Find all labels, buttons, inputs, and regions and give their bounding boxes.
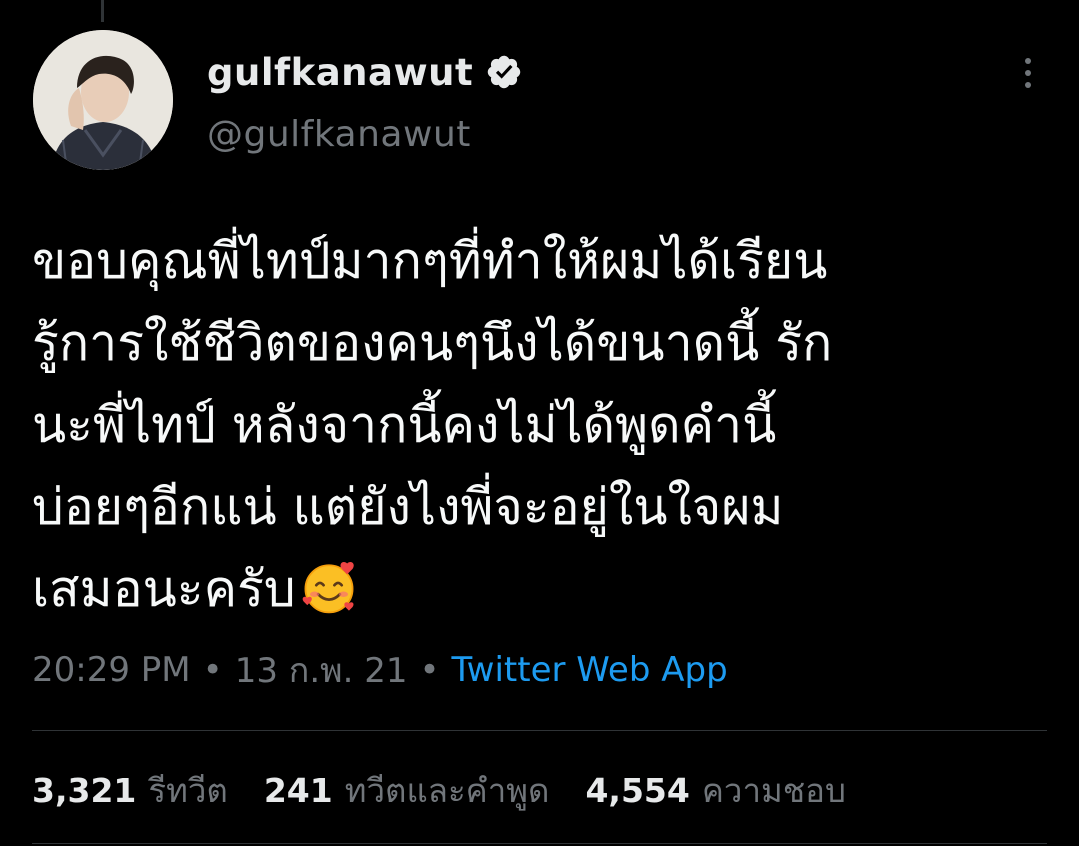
- avatar[interactable]: [33, 30, 173, 170]
- likes-stat[interactable]: 4,554 ความชอบ: [585, 764, 845, 817]
- user-handle[interactable]: @gulfkanawut: [207, 114, 471, 155]
- divider: [32, 843, 1047, 844]
- retweets-stat[interactable]: 3,321 รีทวีต: [32, 764, 228, 817]
- smiling-face-with-hearts-emoji: [302, 561, 354, 614]
- quotes-stat[interactable]: 241 ทวีตและคำพูด: [264, 764, 550, 817]
- quotes-label: ทวีตและคำพูด: [344, 770, 550, 810]
- more-dot: [1025, 58, 1031, 64]
- meta-separator: •: [419, 650, 440, 690]
- likes-count: 4,554: [585, 770, 690, 810]
- engagement-stats: 3,321 รีทวีต 241 ทวีตและคำพูด 4,554 ความ…: [32, 760, 882, 820]
- avatar-photo: [33, 30, 173, 170]
- tweet-line: บ่อยๆอีกแน่ แต่ยังไงพี่จะอยู่ในใจผม: [32, 478, 784, 536]
- tweet-time[interactable]: 20:29 PM: [32, 650, 191, 690]
- tweet-meta: 20:29 PM • 13 ก.พ. 21 • Twitter Web App: [32, 640, 728, 700]
- display-name[interactable]: gulfkanawut: [207, 51, 473, 94]
- more-dot: [1025, 82, 1031, 88]
- tweet-text: ขอบคุณพี่ไทป์มากๆที่ทำให้ผมได้เรียน รู้ก…: [32, 220, 1052, 630]
- tweet-date[interactable]: 13 ก.พ. 21: [235, 643, 408, 697]
- tweet-line: เสมอนะครับ: [32, 560, 296, 618]
- tweet-line: นะพี่ไทป์ หลังจากนี้คงไม่ได้พูดคำนี้: [32, 396, 777, 454]
- more-dot: [1025, 70, 1031, 76]
- tweet-source-link[interactable]: Twitter Web App: [452, 650, 728, 690]
- retweets-count: 3,321: [32, 770, 137, 810]
- more-options-icon[interactable]: [1010, 50, 1046, 96]
- divider: [32, 730, 1047, 731]
- verified-badge-icon: [487, 55, 521, 89]
- tweet-line: รู้การใช้ชีวิตของคนๆนึงได้ขนาดนี้ รัก: [32, 314, 833, 372]
- retweets-label: รีทวีต: [148, 770, 228, 810]
- author-name-row[interactable]: gulfkanawut: [207, 42, 523, 102]
- meta-separator: •: [202, 650, 223, 690]
- likes-label: ความชอบ: [701, 770, 846, 810]
- thread-connector-line: [101, 0, 104, 22]
- tweet-line: ขอบคุณพี่ไทป์มากๆที่ทำให้ผมได้เรียน: [32, 232, 828, 290]
- quotes-count: 241: [263, 770, 333, 810]
